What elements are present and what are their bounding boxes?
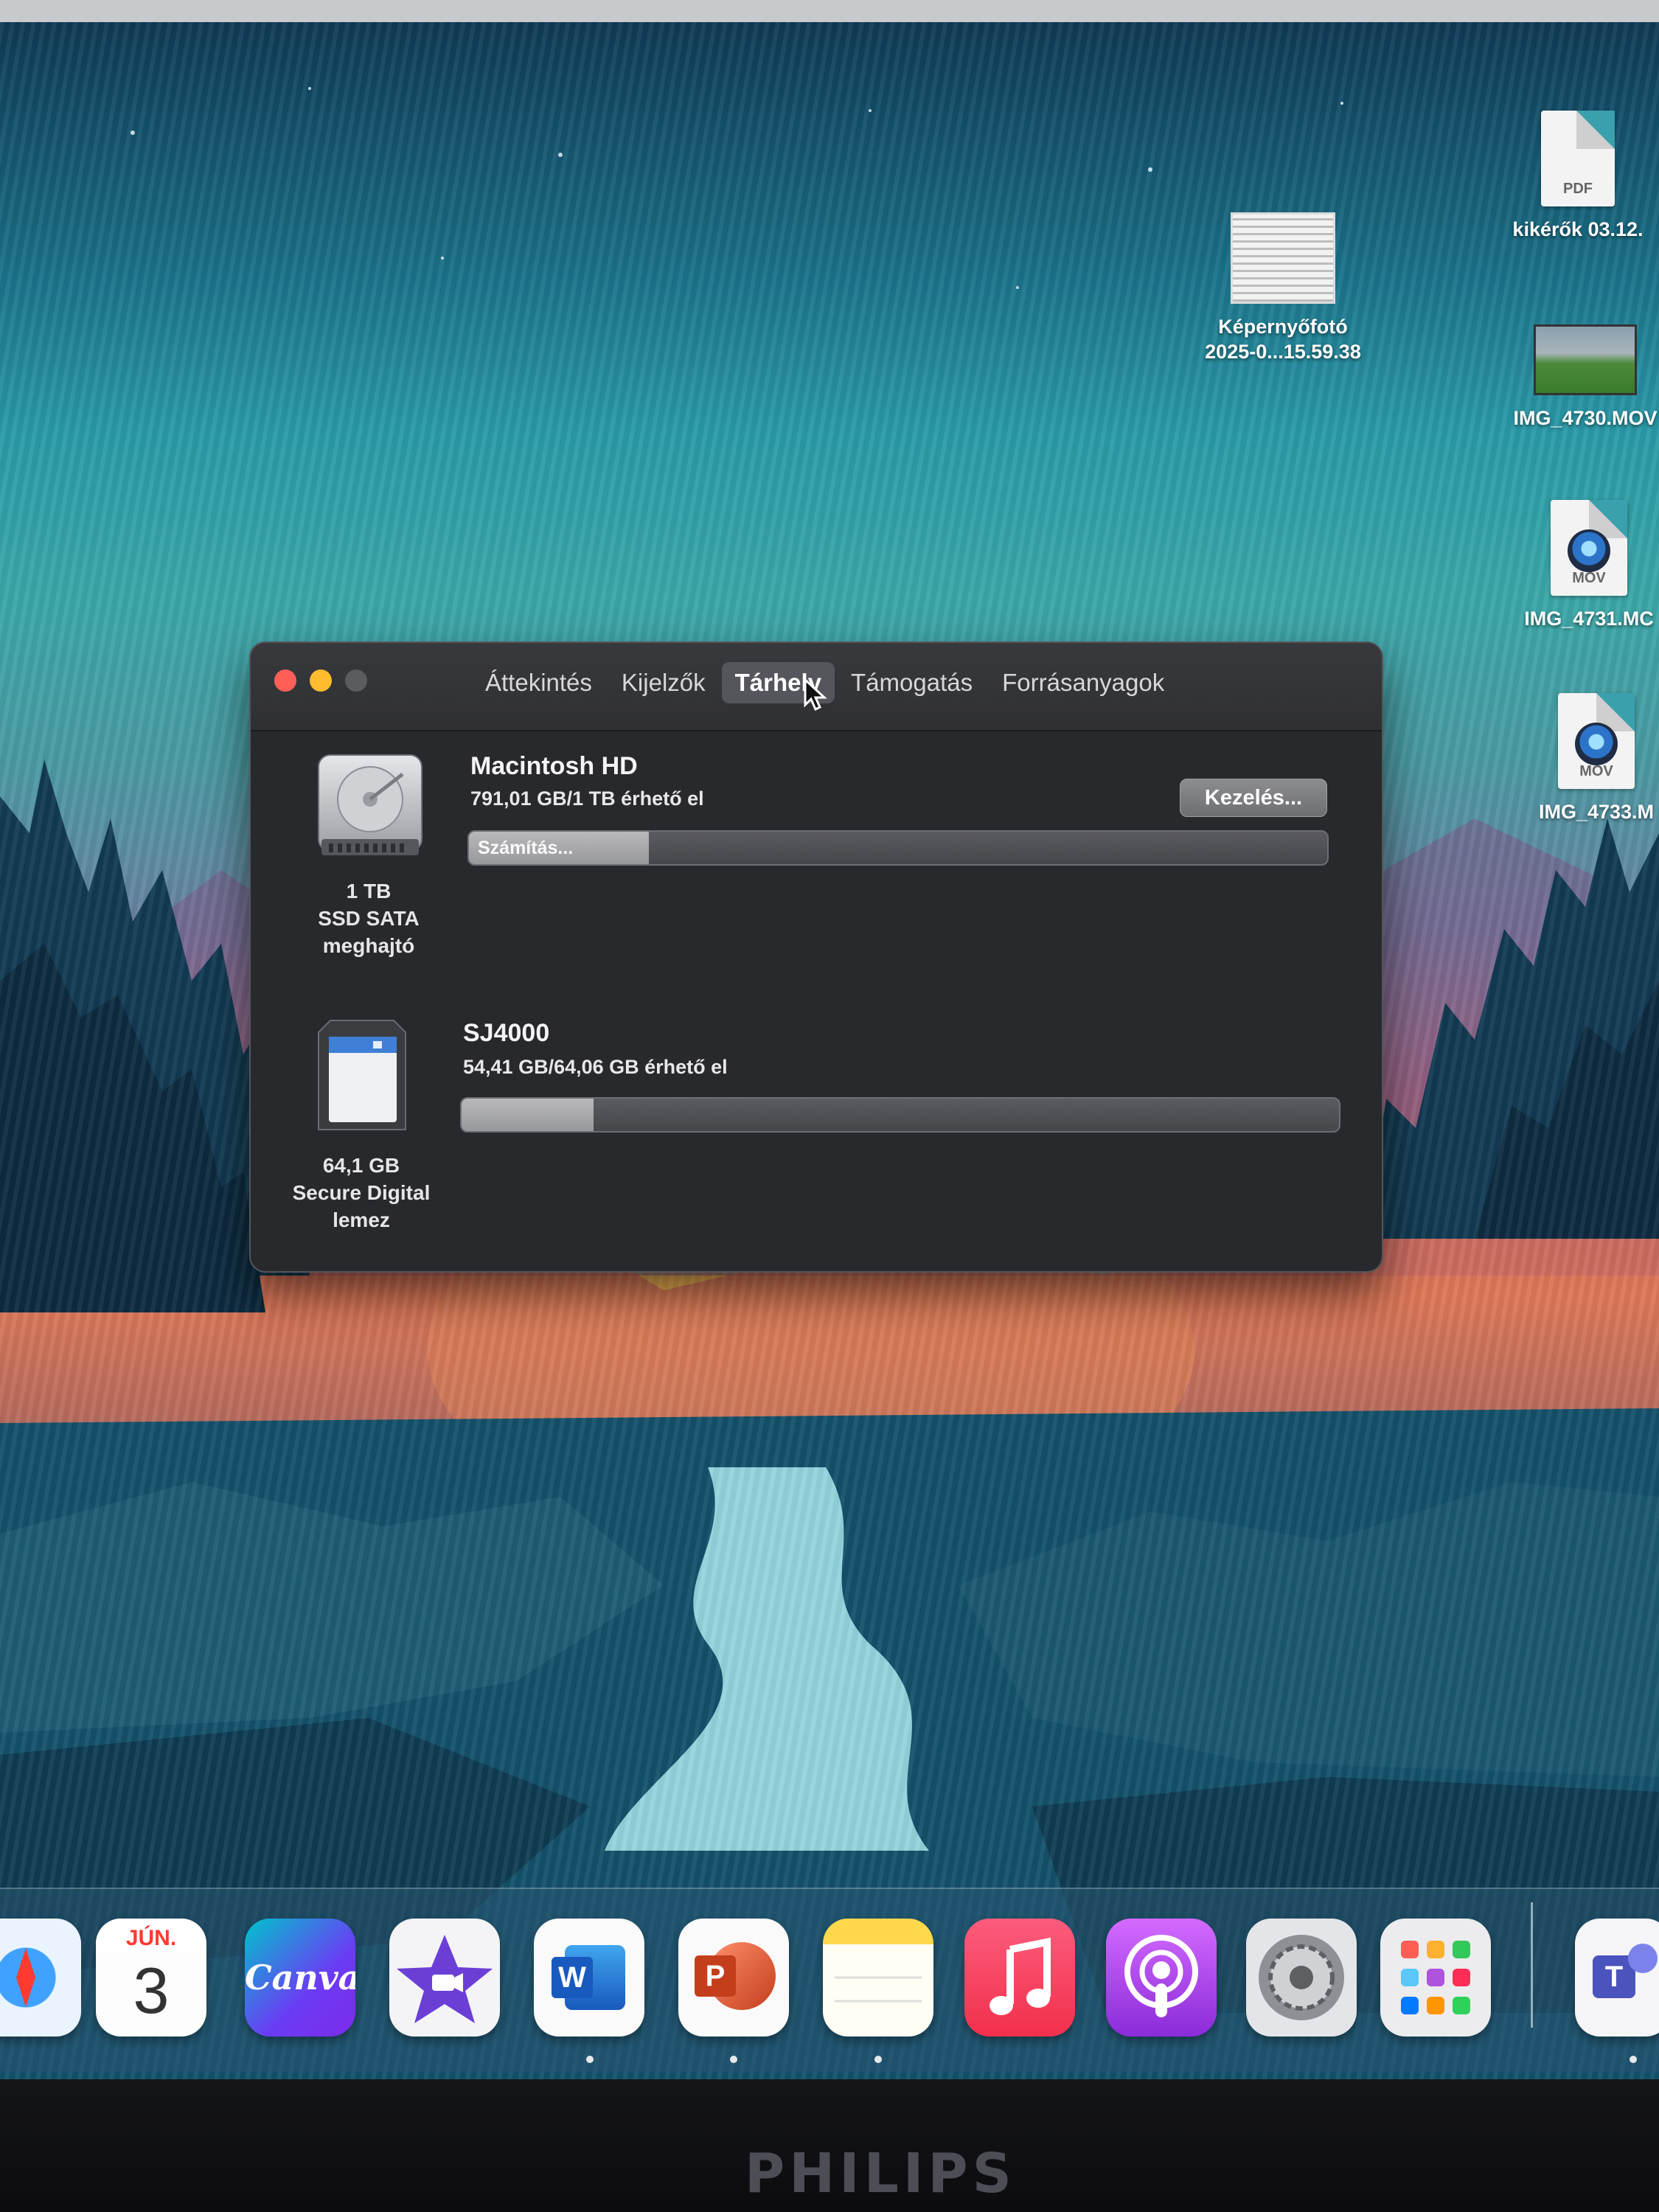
file-label-line2: 2025-0...15.59.38 xyxy=(1205,341,1361,363)
drive-name: Macintosh HD xyxy=(470,752,638,780)
desktop-file-pdf[interactable]: PDF kikérők 03.12. xyxy=(1497,111,1659,242)
desktop-file-img4730[interactable]: IMG_4730.MOV xyxy=(1497,324,1659,431)
minimize-button[interactable] xyxy=(310,669,332,692)
dock-separator xyxy=(1531,1902,1533,2028)
tab-overview[interactable]: Áttekintés xyxy=(472,662,605,703)
file-label: IMG_4733.M xyxy=(1538,801,1655,823)
storage-usage-status: Számítás... xyxy=(478,838,574,858)
quicktime-file-icon: MOV xyxy=(1551,500,1627,596)
running-indicator xyxy=(586,2056,594,2063)
dock-launchpad-app[interactable] xyxy=(1380,1919,1491,2037)
dock-canva-app[interactable]: Canva xyxy=(245,1919,355,2037)
file-label: IMG_4730.MOV xyxy=(1513,407,1658,429)
hard-drive-icon xyxy=(318,754,422,855)
dock-music-app[interactable] xyxy=(964,1919,1075,2037)
drive-kind: lemez xyxy=(333,1208,390,1231)
dock-powerpoint-app[interactable]: P xyxy=(678,1919,789,2037)
file-label: IMG_4731.MC xyxy=(1524,608,1654,630)
zoom-button[interactable] xyxy=(345,669,367,692)
manage-button[interactable]: Kezelés... xyxy=(1180,779,1327,817)
drive-caption-macintosh-hd: 1 TB SSD SATA meghajtó xyxy=(280,877,457,959)
gear-icon xyxy=(1259,1935,1344,2020)
drive-type: Secure Digital xyxy=(292,1181,431,1204)
calendar-day: 3 xyxy=(133,1954,170,2027)
podcast-icon xyxy=(1124,1935,1198,2017)
file-label: kikérők 03.12. xyxy=(1512,218,1644,240)
desktop-file-img4731[interactable]: MOV IMG_4731.MC xyxy=(1504,500,1659,631)
dock-safari-app[interactable] xyxy=(0,1919,81,2037)
drive-capacity: 64,1 GB xyxy=(322,1154,400,1177)
desktop-file-img4733[interactable]: MOV IMG_4733.M xyxy=(1519,693,1659,824)
app-grid-icon xyxy=(1401,1941,1470,2014)
storage-usage-bar xyxy=(460,1097,1340,1133)
drive-name: SJ4000 xyxy=(463,1019,550,1047)
dock-calendar-app[interactable]: JÚN. 3 xyxy=(96,1919,206,2037)
close-button[interactable] xyxy=(274,669,296,692)
drive-caption-sj4000: 64,1 GB Secure Digital lemez xyxy=(265,1152,457,1234)
star-icon xyxy=(397,1935,493,2023)
drive-available-space: 54,41 GB/64,06 GB érhető el xyxy=(463,1056,728,1078)
drive-kind: meghajtó xyxy=(322,934,415,957)
dock-imovie-app[interactable] xyxy=(389,1919,500,2037)
about-this-mac-window[interactable]: Áttekintés Kijelzők Tárhely Támogatás Fo… xyxy=(249,641,1383,1273)
tab-resources[interactable]: Forrásanyagok xyxy=(989,662,1178,703)
drive-available-space: 791,01 GB/1 TB érhető el xyxy=(470,787,704,810)
dock-teams-app[interactable]: T xyxy=(1575,1919,1659,2037)
dock-system-settings-app[interactable] xyxy=(1246,1919,1357,2037)
drive-capacity: 1 TB xyxy=(346,880,392,902)
desktop-file-screenshot[interactable]: Képernyőfotó 2025-0...15.59.38 xyxy=(1172,212,1394,364)
file-label-line1: Képernyőfotó xyxy=(1218,316,1348,338)
canva-wordmark: Canva xyxy=(245,1958,355,1997)
running-indicator xyxy=(730,2056,737,2063)
mouse-pointer-icon xyxy=(804,678,827,712)
running-indicator xyxy=(874,2056,882,2063)
tab-displays[interactable]: Kijelzők xyxy=(608,662,719,703)
quicktime-file-icon: MOV xyxy=(1558,693,1635,789)
drive-type: SSD SATA xyxy=(318,907,420,930)
tab-support[interactable]: Támogatás xyxy=(838,662,986,703)
dock-podcasts-app[interactable] xyxy=(1106,1919,1217,2037)
calendar-month: JÚN. xyxy=(96,1919,206,1952)
monitor-top-edge xyxy=(0,0,1659,24)
storage-usage-bar: Számítás... xyxy=(467,830,1329,866)
video-thumbnail-icon xyxy=(1534,324,1637,395)
dock-word-app[interactable]: W xyxy=(534,1919,644,2037)
compass-icon xyxy=(16,1948,35,2007)
pdf-file-icon: PDF xyxy=(1541,111,1615,206)
word-letter: W xyxy=(552,1957,593,1998)
monitor-brand-logo: PHILIPS xyxy=(745,2142,1016,2205)
dock-notes-app[interactable] xyxy=(823,1919,933,2037)
sd-card-icon xyxy=(318,1020,406,1130)
running-indicator xyxy=(1630,2056,1637,2063)
screenshot-thumbnail-icon xyxy=(1231,212,1335,304)
storage-usage-fill xyxy=(462,1099,594,1131)
music-note-icon xyxy=(990,1937,1051,2015)
powerpoint-letter: P xyxy=(695,1955,736,1997)
notes-lines-icon xyxy=(835,1976,922,2003)
